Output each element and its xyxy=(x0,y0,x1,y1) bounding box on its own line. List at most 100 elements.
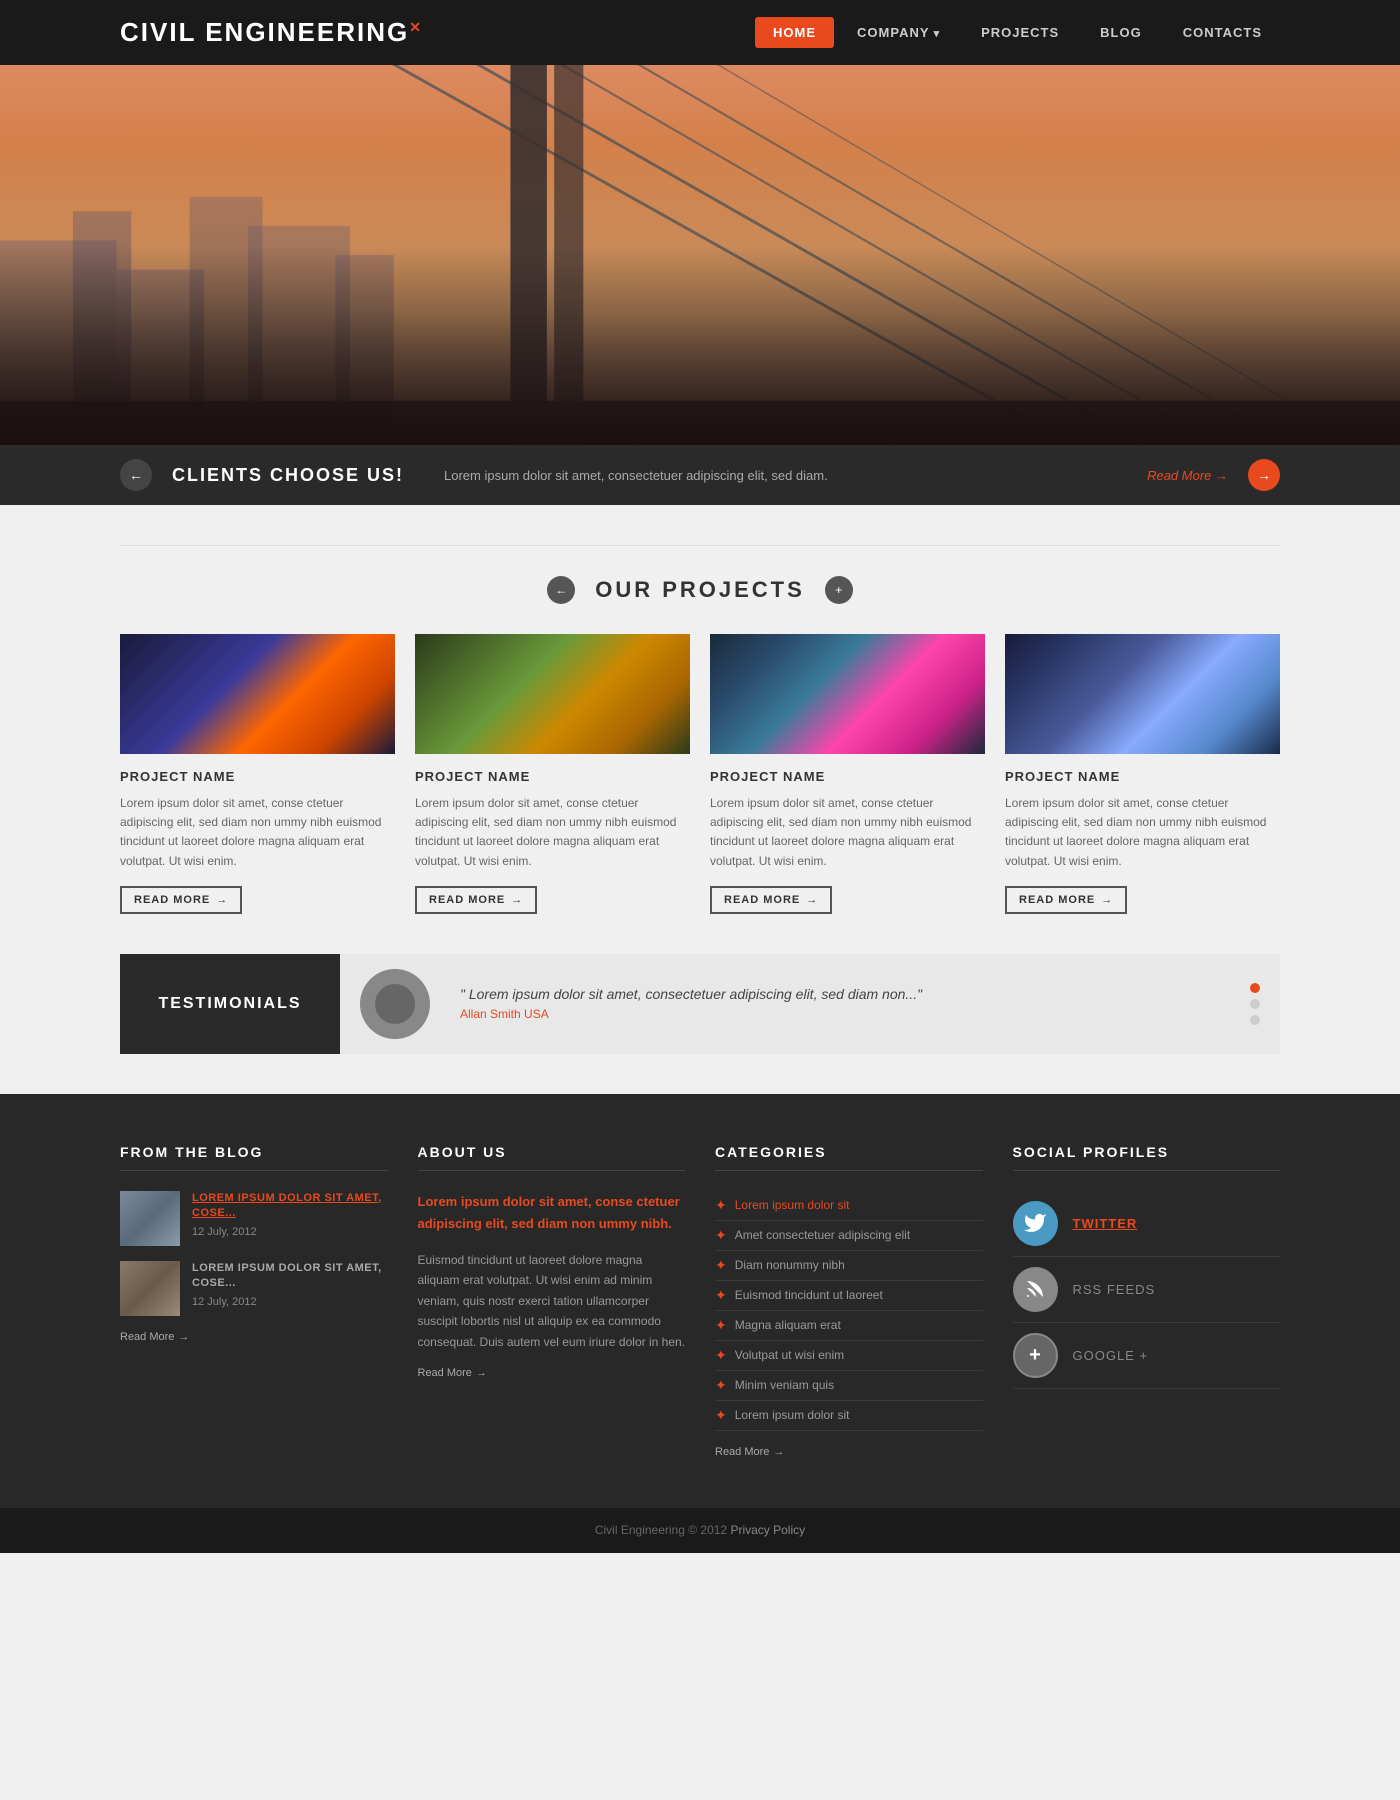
slider-prev-button[interactable]: ← xyxy=(120,459,152,491)
category-item-1[interactable]: ✦ Lorem ipsum dolor sit xyxy=(715,1191,983,1221)
project-desc-2: Lorem ipsum dolor sit amet, conse ctetue… xyxy=(415,794,690,871)
testimonials-label: TESTIMONIALS xyxy=(120,954,340,1054)
about-read-more-link[interactable]: Read More xyxy=(418,1367,686,1379)
slider-next-button[interactable]: → xyxy=(1248,459,1280,491)
category-item-5[interactable]: ✦ Magna aliquam erat xyxy=(715,1311,983,1341)
blog-read-more-link[interactable]: Read More xyxy=(120,1331,388,1343)
blog-item-2-title[interactable]: LOREM IPSUM DOLOR SIT AMET, COSE... xyxy=(192,1261,388,1292)
blog-image-1 xyxy=(120,1191,180,1246)
nav-projects[interactable]: PROJECTS xyxy=(963,17,1077,48)
testimonials-section: TESTIMONIALS " Lorem ipsum dolor sit ame… xyxy=(0,954,1400,1094)
slider-read-more-link[interactable]: Read More → xyxy=(1147,468,1228,483)
cat-bullet-4: ✦ xyxy=(715,1287,727,1304)
logo-x: ✕ xyxy=(409,19,423,36)
cat-bullet-6: ✦ xyxy=(715,1347,727,1364)
hero-image xyxy=(0,65,1400,445)
social-item-google: + GOOGLE + xyxy=(1013,1323,1281,1389)
blog-item-1-title[interactable]: LOREM IPSUM DOLOR SIT AMET, COSE... xyxy=(192,1191,388,1222)
nav-contacts[interactable]: CONTACTS xyxy=(1165,17,1280,48)
logo: CIVIL ENGINEERING✕ xyxy=(120,17,755,48)
blog-item-2-date: 12 July, 2012 xyxy=(192,1296,388,1308)
cat-label-2: Amet consectetuer adipiscing elit xyxy=(735,1228,910,1242)
category-item-8[interactable]: ✦ Lorem ipsum dolor sit xyxy=(715,1401,983,1431)
about-title: ABOUT US xyxy=(418,1144,686,1171)
cat-bullet-2: ✦ xyxy=(715,1227,727,1244)
blog-item-2-content: LOREM IPSUM DOLOR SIT AMET, COSE... 12 J… xyxy=(192,1261,388,1316)
project-read-more-1[interactable]: Read More xyxy=(120,886,242,914)
cat-label-3: Diam nonummy nibh xyxy=(735,1258,845,1272)
category-item-4[interactable]: ✦ Euismod tincidunt ut laoreet xyxy=(715,1281,983,1311)
project-image-3 xyxy=(710,634,985,754)
testimonial-avatar xyxy=(360,969,430,1039)
project-desc-3: Lorem ipsum dolor sit amet, conse ctetue… xyxy=(710,794,985,871)
project-name-4: PROJECT NAME xyxy=(1005,769,1280,784)
cat-label-6: Volutpat ut wisi enim xyxy=(735,1348,844,1362)
blog-column: FROM THE BLOG LOREM IPSUM DOLOR SIT AMET… xyxy=(120,1144,388,1458)
avatar-shape xyxy=(375,984,415,1024)
category-item-6[interactable]: ✦ Volutpat ut wisi enim xyxy=(715,1341,983,1371)
slider-title: CLIENTS CHOOSE US! xyxy=(172,465,404,486)
categories-column: CATEGORIES ✦ Lorem ipsum dolor sit ✦ Ame… xyxy=(715,1144,983,1458)
twitter-label[interactable]: TWITTER xyxy=(1073,1216,1138,1231)
testimonial-box: TESTIMONIALS " Lorem ipsum dolor sit ame… xyxy=(120,954,1280,1054)
category-item-2[interactable]: ✦ Amet consectetuer adipiscing elit xyxy=(715,1221,983,1251)
blog-title: FROM THE BLOG xyxy=(120,1144,388,1171)
project-image-1 xyxy=(120,634,395,754)
projects-next-button[interactable]: + xyxy=(825,576,853,604)
cat-label-8: Lorem ipsum dolor sit xyxy=(735,1408,850,1422)
slider-bar: ← CLIENTS CHOOSE US! Lorem ipsum dolor s… xyxy=(0,445,1400,505)
bottom-section: FROM THE BLOG LOREM IPSUM DOLOR SIT AMET… xyxy=(0,1094,1400,1508)
project-read-more-3[interactable]: Read More xyxy=(710,886,832,914)
social-item-rss: RSS FEEDS xyxy=(1013,1257,1281,1323)
cat-bullet-8: ✦ xyxy=(715,1407,727,1424)
project-desc-1: Lorem ipsum dolor sit amet, conse ctetue… xyxy=(120,794,395,871)
blog-item-1-date: 12 July, 2012 xyxy=(192,1226,388,1238)
google-icon: + xyxy=(1013,1333,1058,1378)
social-column: SOCIAL PROFILES TWITTER RSS FEEDS + GOOG… xyxy=(1013,1144,1281,1458)
nav-home[interactable]: HOME xyxy=(755,17,834,48)
google-label[interactable]: GOOGLE + xyxy=(1073,1348,1149,1363)
project-name-1: PROJECT NAME xyxy=(120,769,395,784)
projects-prev-button[interactable]: ← xyxy=(547,576,575,604)
footer-privacy-link[interactable]: Privacy Policy xyxy=(730,1523,805,1537)
dot-2[interactable] xyxy=(1250,999,1260,1009)
twitter-svg xyxy=(1023,1211,1047,1235)
section-divider xyxy=(120,545,1280,546)
category-item-3[interactable]: ✦ Diam nonummy nibh xyxy=(715,1251,983,1281)
cat-bullet-3: ✦ xyxy=(715,1257,727,1274)
about-body: Euismod tincidunt ut laoreet dolore magn… xyxy=(418,1250,686,1352)
about-column: ABOUT US Lorem ipsum dolor sit amet, con… xyxy=(418,1144,686,1458)
rss-label[interactable]: RSS FEEDS xyxy=(1073,1282,1156,1297)
categories-read-more-link[interactable]: Read More xyxy=(715,1446,983,1458)
projects-header: ← OUR PROJECTS + xyxy=(120,576,1280,604)
footer: Civil Engineering © 2012 Privacy Policy xyxy=(0,1508,1400,1553)
project-image-4 xyxy=(1005,634,1280,754)
cat-label-7: Minim veniam quis xyxy=(735,1378,834,1392)
footer-text: Civil Engineering © 2012 xyxy=(595,1523,727,1537)
project-image-2 xyxy=(415,634,690,754)
cat-label-4: Euismod tincidunt ut laoreet xyxy=(735,1288,883,1302)
projects-section: ← OUR PROJECTS + PROJECT NAME Lorem ipsu… xyxy=(0,505,1400,954)
nav-company[interactable]: COMPANY xyxy=(839,17,958,48)
project-read-more-2[interactable]: Read More xyxy=(415,886,537,914)
blog-item-1-content: LOREM IPSUM DOLOR SIT AMET, COSE... 12 J… xyxy=(192,1191,388,1246)
project-desc-4: Lorem ipsum dolor sit amet, conse ctetue… xyxy=(1005,794,1280,871)
social-item-twitter: TWITTER xyxy=(1013,1191,1281,1257)
author-location: USA xyxy=(524,1007,549,1021)
blog-image-2 xyxy=(120,1261,180,1316)
cat-bullet-1: ✦ xyxy=(715,1197,727,1214)
slider-text: Lorem ipsum dolor sit amet, consectetuer… xyxy=(444,468,1127,483)
dot-1[interactable] xyxy=(1250,983,1260,993)
project-card-4: PROJECT NAME Lorem ipsum dolor sit amet,… xyxy=(1005,634,1280,914)
rss-icon xyxy=(1013,1267,1058,1312)
testimonial-dots xyxy=(1230,954,1280,1054)
about-highlight: Lorem ipsum dolor sit amet, conse ctetue… xyxy=(418,1191,686,1235)
category-item-7[interactable]: ✦ Minim veniam quis xyxy=(715,1371,983,1401)
nav-blog[interactable]: BLOG xyxy=(1082,17,1160,48)
dot-3[interactable] xyxy=(1250,1015,1260,1025)
projects-section-title: OUR PROJECTS xyxy=(595,577,805,603)
project-read-more-4[interactable]: Read More xyxy=(1005,886,1127,914)
cat-bullet-5: ✦ xyxy=(715,1317,727,1334)
blog-item-1: LOREM IPSUM DOLOR SIT AMET, COSE... 12 J… xyxy=(120,1191,388,1246)
google-plus-symbol: + xyxy=(1029,1344,1041,1367)
